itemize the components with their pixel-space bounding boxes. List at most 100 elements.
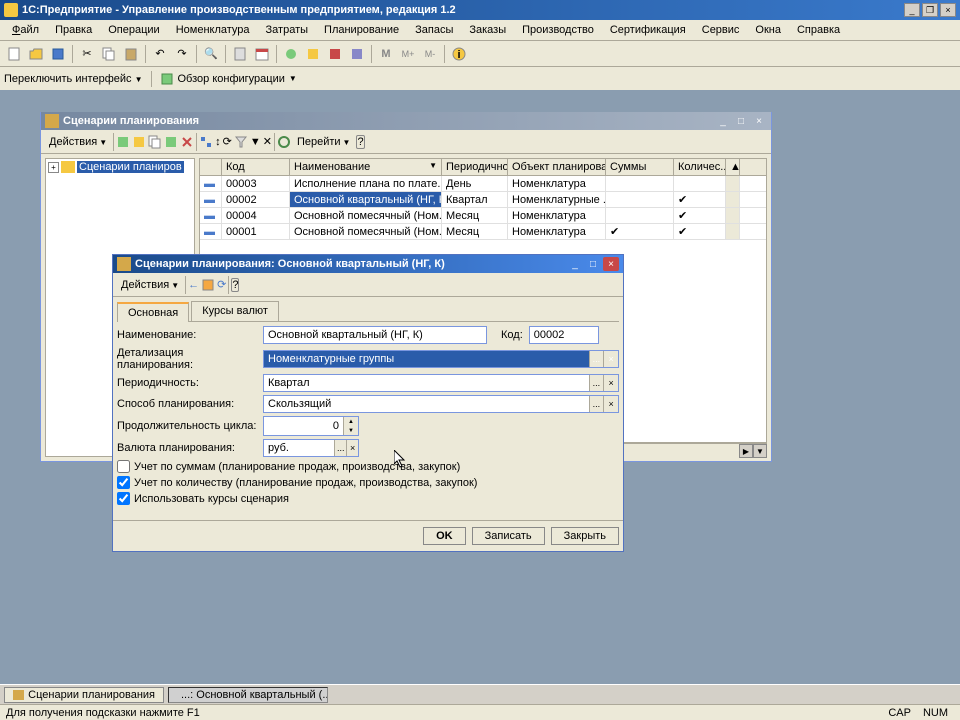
cycle-up-button[interactable]: ▲ xyxy=(344,417,358,426)
undo-icon[interactable]: ↶ xyxy=(150,44,170,64)
redo-icon[interactable]: ↷ xyxy=(172,44,192,64)
menu-edit[interactable]: Правка xyxy=(47,22,100,38)
list-refresh2-icon[interactable] xyxy=(277,135,291,149)
col-code[interactable]: Код xyxy=(222,159,290,175)
col-sums[interactable]: Суммы xyxy=(606,159,674,175)
list-hierarchy-icon[interactable] xyxy=(199,135,213,149)
col-scroll[interactable]: ▲ xyxy=(726,159,740,175)
cycle-input[interactable] xyxy=(264,417,343,435)
method-input[interactable] xyxy=(264,396,589,412)
detail-input[interactable] xyxy=(264,351,589,367)
list-close-button[interactable]: × xyxy=(751,114,767,128)
find-icon[interactable]: 🔍 xyxy=(201,44,221,64)
switch-interface-button[interactable]: Переключить интерфейс ▼ xyxy=(4,73,143,85)
expand-icon[interactable]: + xyxy=(48,162,59,173)
dialog-titlebar[interactable]: Сценарии планирования: Основной кварталь… xyxy=(113,255,623,273)
toolbar-misc-2[interactable] xyxy=(303,44,323,64)
list-edit-icon[interactable] xyxy=(164,135,178,149)
method-clear-button[interactable]: × xyxy=(603,396,618,412)
paste-icon[interactable] xyxy=(121,44,141,64)
dialog-help-icon[interactable]: ? xyxy=(231,278,239,292)
save-icon[interactable] xyxy=(48,44,68,64)
help-icon[interactable]: i xyxy=(449,44,469,64)
toolbar-mplus[interactable]: M+ xyxy=(398,44,418,64)
dialog-maximize-button[interactable]: □ xyxy=(585,257,601,271)
method-select-button[interactable]: ... xyxy=(589,396,604,412)
list-copy-icon[interactable] xyxy=(148,135,162,149)
list-maximize-button[interactable]: □ xyxy=(733,114,749,128)
sums-checkbox[interactable] xyxy=(117,460,130,473)
detail-select-button[interactable]: ... xyxy=(589,351,604,367)
dialog-minimize-button[interactable]: _ xyxy=(567,257,583,271)
period-clear-button[interactable]: × xyxy=(603,375,618,391)
toolbar-mminus[interactable]: M- xyxy=(420,44,440,64)
taskbar-item-list[interactable]: Сценарии планирования xyxy=(4,687,164,703)
col-period[interactable]: Периодично... xyxy=(442,159,508,175)
new-icon[interactable] xyxy=(4,44,24,64)
menu-orders[interactable]: Заказы xyxy=(461,22,514,38)
qty-checkbox[interactable] xyxy=(117,476,130,489)
menu-planning[interactable]: Планирование xyxy=(316,22,407,38)
toolbar-misc-4[interactable] xyxy=(347,44,367,64)
open-icon[interactable] xyxy=(26,44,46,64)
copy-icon[interactable] xyxy=(99,44,119,64)
list-addgroup-icon[interactable] xyxy=(132,135,146,149)
table-row[interactable]: ▬00002Основной квартальный (НГ, К)Кварта… xyxy=(200,192,766,208)
col-name[interactable]: Наименование▼ xyxy=(290,159,442,175)
calc-icon[interactable] xyxy=(230,44,250,64)
tab-main[interactable]: Основная xyxy=(117,302,189,322)
restore-button[interactable]: ❐ xyxy=(922,3,938,17)
scroll-right-icon[interactable]: ▶ xyxy=(739,444,753,458)
tree-root-item[interactable]: + Сценарии планиров xyxy=(46,159,194,175)
code-input[interactable] xyxy=(530,327,598,343)
calendar-icon[interactable] xyxy=(252,44,272,64)
menu-stocks[interactable]: Запасы xyxy=(407,22,461,38)
table-row[interactable]: ▬00001Основной помесячный (Ном...МесяцНо… xyxy=(200,224,766,240)
currency-input[interactable] xyxy=(264,440,334,456)
list-help-icon[interactable]: ? xyxy=(356,135,364,149)
menu-nomenclature[interactable]: Номенклатура xyxy=(168,22,258,38)
list-refresh-icon[interactable]: ⟳ xyxy=(223,135,232,148)
ok-button[interactable]: OK xyxy=(423,527,466,545)
tab-rates[interactable]: Курсы валют xyxy=(191,301,279,321)
col-marker[interactable] xyxy=(200,159,222,175)
toolbar-misc-3[interactable] xyxy=(325,44,345,64)
menu-costs[interactable]: Затраты xyxy=(258,22,317,38)
list-filter-icon[interactable] xyxy=(234,135,248,149)
cycle-down-button[interactable]: ▼ xyxy=(344,426,358,435)
table-row[interactable]: ▬00003Исполнение плана по плате...ДеньНо… xyxy=(200,176,766,192)
dialog-refresh-icon[interactable]: ⟳ xyxy=(217,278,226,291)
menu-production[interactable]: Производство xyxy=(514,22,602,38)
list-add-icon[interactable] xyxy=(116,135,130,149)
table-row[interactable]: ▬00004Основной помесячный (Ном...МесяцНо… xyxy=(200,208,766,224)
name-input[interactable] xyxy=(264,327,486,343)
menu-windows[interactable]: Окна xyxy=(747,22,789,38)
col-qty[interactable]: Количес... xyxy=(674,159,726,175)
list-actions-menu[interactable]: Действия▼ xyxy=(45,136,111,148)
taskbar-item-dialog[interactable]: ...: Основной квартальный (... xyxy=(168,687,328,703)
save-button[interactable]: Записать xyxy=(472,527,545,545)
dialog-close-button[interactable]: × xyxy=(603,257,619,271)
config-overview-button[interactable]: Обзор конфигурации ▼ xyxy=(160,72,297,86)
period-select-button[interactable]: ... xyxy=(589,375,604,391)
dialog-prev-icon[interactable]: ← xyxy=(188,279,199,291)
scroll-down-icon[interactable]: ▼ xyxy=(753,444,767,458)
list-clear-icon[interactable]: ✕ xyxy=(263,135,272,148)
detail-clear-button[interactable]: × xyxy=(603,351,618,367)
list-move-icon[interactable]: ↕ xyxy=(215,136,221,148)
menu-help[interactable]: Справка xyxy=(789,22,848,38)
period-input[interactable] xyxy=(264,375,589,391)
minimize-button[interactable]: _ xyxy=(904,3,920,17)
menu-operations[interactable]: Операции xyxy=(100,22,167,38)
menu-service[interactable]: Сервис xyxy=(694,22,748,38)
cancel-button[interactable]: Закрыть xyxy=(551,527,619,545)
list-sort-icon[interactable]: ▼ xyxy=(250,136,261,148)
currency-select-button[interactable]: ... xyxy=(334,440,346,456)
close-button[interactable]: × xyxy=(940,3,956,17)
menu-certification[interactable]: Сертификация xyxy=(602,22,694,38)
list-window-titlebar[interactable]: Сценарии планирования _ □ × xyxy=(41,112,771,130)
list-delete-icon[interactable] xyxy=(180,135,194,149)
cut-icon[interactable]: ✂ xyxy=(77,44,97,64)
toolbar-m[interactable]: M xyxy=(376,44,396,64)
rates-checkbox[interactable] xyxy=(117,492,130,505)
